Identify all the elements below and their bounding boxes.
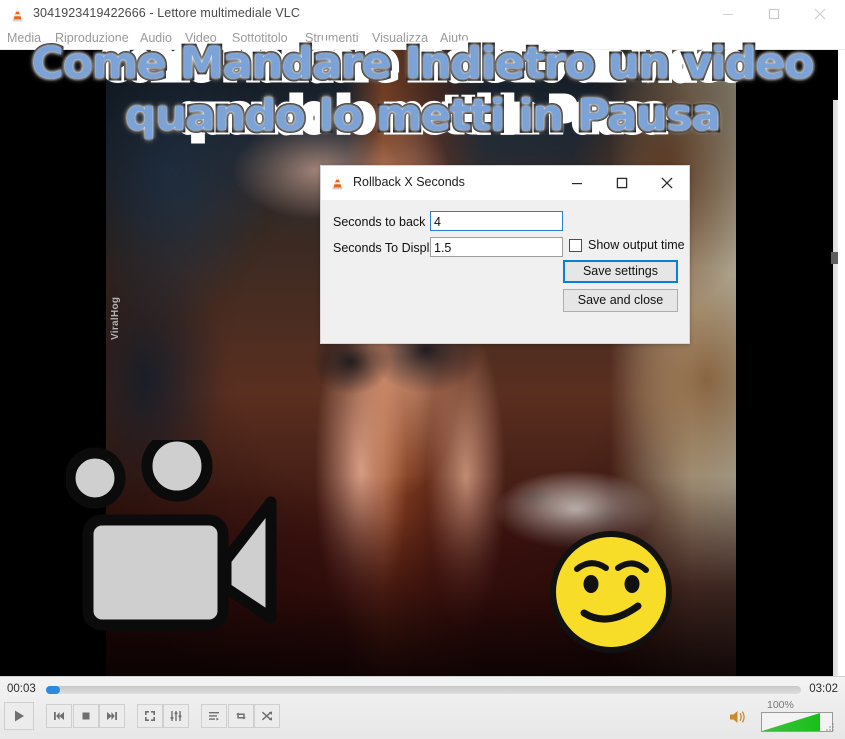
menu-item-video[interactable]: Video	[185, 31, 217, 45]
menubar: Media Riproduzione Audio Video Sottotito…	[0, 28, 845, 50]
stop-button[interactable]	[73, 704, 99, 728]
edge-marker	[831, 252, 838, 264]
stop-icon	[82, 712, 90, 720]
shuffle-icon	[261, 711, 272, 721]
checkbox-box[interactable]	[569, 238, 582, 252]
maximize-icon	[768, 8, 780, 20]
previous-track-icon	[54, 712, 64, 720]
dialog-maximize-button[interactable]	[599, 166, 644, 200]
maximize-button[interactable]	[751, 0, 797, 28]
play-icon	[15, 710, 24, 722]
next-button[interactable]	[99, 704, 125, 728]
vlc-cone-icon	[9, 6, 26, 23]
dialog-body: Seconds to back 4 Seconds To Display 1.5…	[321, 200, 689, 342]
elapsed-time: 00:03	[7, 683, 36, 695]
minimize-icon	[571, 183, 582, 185]
dialog-title: Rollback X Seconds	[353, 175, 465, 189]
volume-slider[interactable]	[761, 712, 833, 732]
speaker-icon[interactable]	[729, 709, 749, 730]
menu-item-visualizza[interactable]: Visualizza	[372, 31, 428, 45]
seconds-to-back-input[interactable]: 4	[430, 211, 563, 231]
transport-row: 100%	[0, 699, 845, 739]
dialog-titlebar: Rollback X Seconds	[321, 166, 689, 200]
volume-control[interactable]: 100%	[729, 699, 839, 735]
checkbox-label: Show output time	[588, 238, 685, 252]
minimize-icon	[723, 14, 733, 15]
player-controls: 00:03 03:02 100%	[0, 676, 845, 739]
save-settings-button[interactable]: Save settings	[563, 260, 678, 283]
random-button[interactable]	[254, 704, 280, 728]
vlc-cone-icon	[329, 174, 346, 191]
close-icon	[814, 8, 826, 20]
previous-button[interactable]	[46, 704, 72, 728]
seconds-to-display-label: Seconds To Display	[333, 241, 443, 255]
total-time: 03:02	[809, 683, 838, 695]
menu-item-aiuto[interactable]: Aiuto	[440, 31, 469, 45]
smirking-face-icon	[546, 527, 676, 657]
menu-item-strumenti[interactable]: Strumenti	[305, 31, 359, 45]
rollback-dialog[interactable]: Rollback X Seconds Seconds to back 4 Sec…	[320, 165, 690, 344]
right-edge-strip	[831, 100, 838, 676]
resize-grip-icon[interactable]	[826, 723, 835, 732]
video-watermark: ViralHog	[110, 296, 121, 340]
seconds-to-back-label: Seconds to back	[333, 215, 426, 229]
close-icon	[660, 177, 673, 189]
volume-fill	[762, 713, 820, 731]
menu-item-media[interactable]: Media	[7, 31, 41, 45]
playlist-button[interactable]	[201, 704, 227, 728]
minimize-button[interactable]	[705, 0, 751, 28]
menu-item-riproduzione[interactable]: Riproduzione	[55, 31, 129, 45]
window-titlebar: 3041923419422666 - Lettore multimediale …	[0, 0, 845, 28]
vlc-window: 3041923419422666 - Lettore multimediale …	[0, 0, 845, 739]
movie-camera-icon	[64, 430, 291, 645]
play-button[interactable]	[4, 702, 34, 730]
maximize-icon	[616, 177, 627, 189]
seek-handle[interactable]	[46, 686, 60, 694]
fullscreen-icon	[145, 711, 155, 721]
seconds-to-display-input[interactable]: 1.5	[430, 237, 563, 257]
menu-item-sottotitolo[interactable]: Sottotitolo	[232, 31, 288, 45]
show-output-time-checkbox[interactable]: Show output time	[569, 238, 685, 252]
fullscreen-button[interactable]	[137, 704, 163, 728]
dialog-close-button[interactable]	[644, 166, 689, 200]
close-button[interactable]	[797, 0, 843, 28]
playlist-icon	[209, 712, 219, 721]
equalizer-button[interactable]	[163, 704, 189, 728]
window-title: 3041923419422666 - Lettore multimediale …	[33, 6, 300, 20]
save-and-close-button[interactable]: Save and close	[563, 289, 678, 312]
seek-bar[interactable]	[46, 686, 801, 694]
dialog-minimize-button[interactable]	[554, 166, 599, 200]
loop-icon	[236, 712, 246, 720]
next-track-icon	[107, 712, 117, 720]
volume-percent-label: 100%	[767, 699, 794, 711]
equalizer-icon	[170, 711, 182, 721]
menu-item-audio[interactable]: Audio	[140, 31, 172, 45]
loop-button[interactable]	[228, 704, 254, 728]
